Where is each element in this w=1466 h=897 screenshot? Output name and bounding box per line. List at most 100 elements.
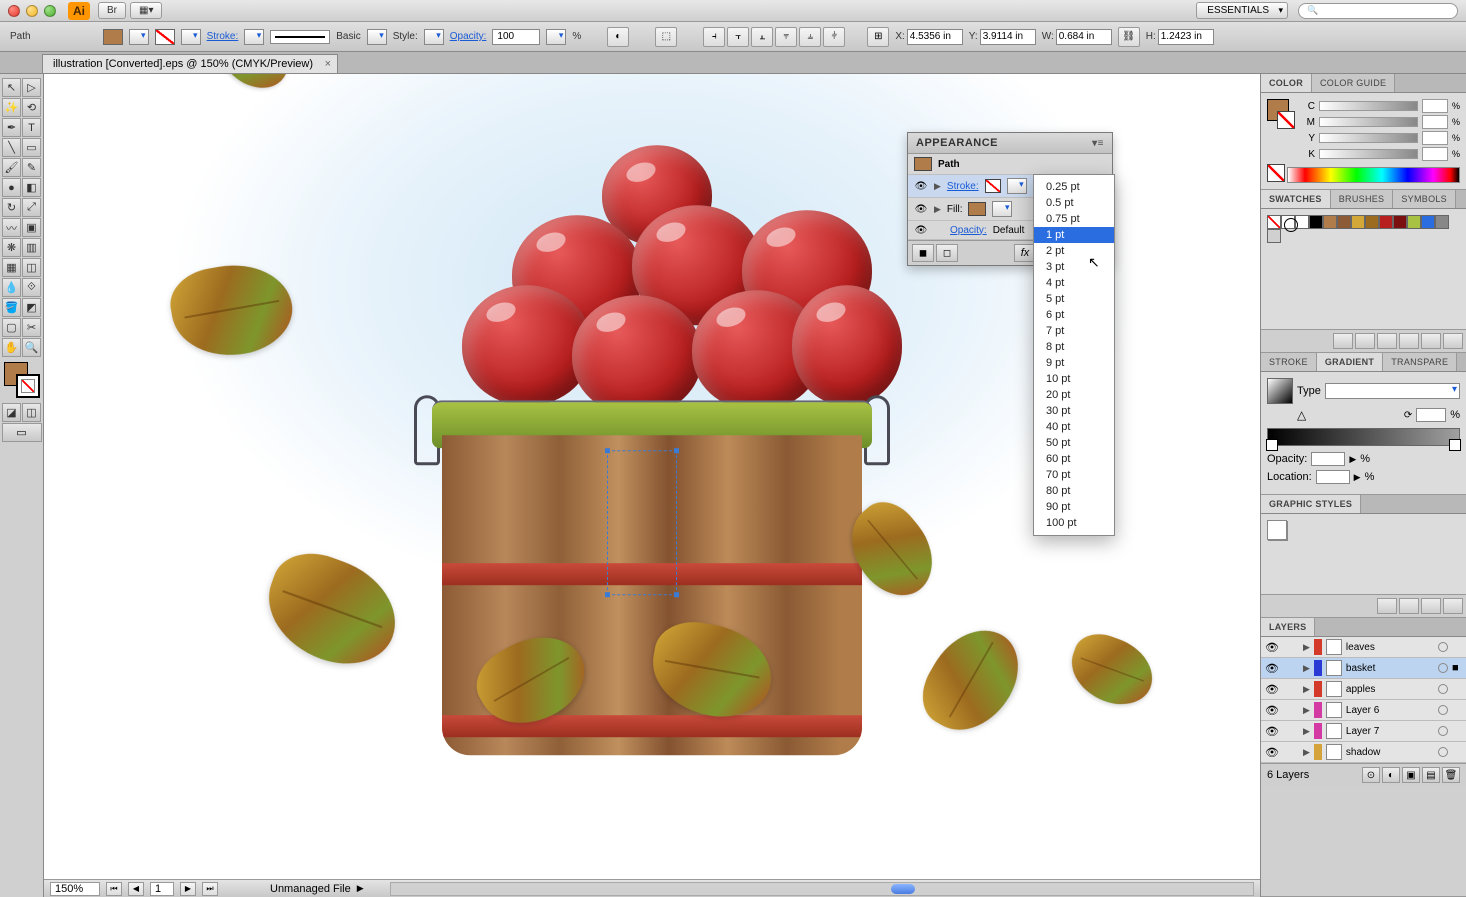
new-layer-icon[interactable]: ▤ [1422, 767, 1440, 783]
mesh-tool-icon[interactable]: ▦ [2, 258, 21, 277]
type-tool-icon[interactable]: T [22, 118, 41, 137]
disclosure-triangle-icon[interactable]: ▶ [1303, 747, 1310, 758]
m-slider[interactable] [1319, 117, 1418, 127]
pencil-tool-icon[interactable]: ✎ [22, 158, 41, 177]
new-stroke-icon[interactable]: ◼ [912, 244, 934, 262]
live-paint-selection-tool-icon[interactable]: ◩ [22, 298, 41, 317]
tab-layers[interactable]: LAYERS [1261, 618, 1315, 636]
warp-tool-icon[interactable]: 〰 [2, 218, 21, 237]
opacity-input[interactable] [492, 29, 540, 45]
paintbrush-tool-icon[interactable]: 🖌 [2, 158, 21, 177]
swatch-item[interactable] [1351, 215, 1365, 229]
fill-color-swatch[interactable] [968, 202, 986, 216]
disclosure-triangle-icon[interactable]: ▶ [934, 181, 941, 192]
tab-swatches[interactable]: SWATCHES [1261, 190, 1331, 208]
stroke-attr-link[interactable]: Stroke: [947, 181, 979, 192]
break-link-icon[interactable] [1399, 598, 1419, 614]
blend-tool-icon[interactable]: ⟐ [22, 278, 41, 297]
minimize-window-button[interactable] [26, 5, 38, 17]
stroke-weight-option[interactable]: 1 pt [1034, 227, 1114, 243]
delete-style-icon[interactable] [1443, 598, 1463, 614]
search-input[interactable] [1298, 3, 1458, 19]
align-middle-icon[interactable]: ⫨ [799, 27, 821, 47]
zoom-window-button[interactable] [44, 5, 56, 17]
y-value-input[interactable] [1422, 131, 1448, 145]
k-slider[interactable] [1319, 149, 1418, 159]
tab-brushes[interactable]: BRUSHES [1331, 190, 1394, 208]
new-style-icon[interactable] [1421, 598, 1441, 614]
first-artboard-icon[interactable]: ⏮ [106, 882, 122, 896]
layer-visibility-icon[interactable]: 👁 [1265, 704, 1281, 717]
layer-row[interactable]: 👁 ▶ shadow [1261, 742, 1466, 763]
disclosure-triangle-icon[interactable]: ▶ [934, 204, 941, 215]
document-tab[interactable]: illustration [Converted].eps @ 150% (CMY… [42, 54, 338, 73]
fill-attr-label[interactable]: Fill: [947, 204, 963, 215]
opacity-dropdown[interactable] [546, 29, 566, 45]
horizontal-scrollbar[interactable] [390, 882, 1254, 896]
disclosure-triangle-icon[interactable]: ▶ [1303, 684, 1310, 695]
x-input[interactable] [907, 29, 963, 45]
w-input[interactable] [1056, 29, 1112, 45]
stroke-weight-option[interactable]: 6 pt [1034, 307, 1114, 323]
style-dropdown[interactable] [424, 29, 444, 45]
align-center-h-icon[interactable]: ⫟ [727, 27, 749, 47]
swatch-item[interactable] [1365, 215, 1379, 229]
layer-name-label[interactable]: shadow [1346, 747, 1434, 758]
recolor-artwork-icon[interactable]: ◐ [607, 27, 629, 47]
line-tool-icon[interactable]: ╲ [2, 138, 21, 157]
arrange-documents-button[interactable]: ▦▾ [130, 2, 162, 19]
stroke-weight-option[interactable]: 90 pt [1034, 499, 1114, 515]
disclosure-triangle-icon[interactable]: ▶ [1303, 642, 1310, 653]
fill-dropdown[interactable] [129, 29, 149, 45]
none-color-icon[interactable] [1267, 164, 1285, 182]
opacity-attr-link[interactable]: Opacity: [950, 225, 987, 236]
disclosure-triangle-icon[interactable]: ▶ [1303, 726, 1310, 737]
scale-tool-icon[interactable]: ⤢ [22, 198, 41, 217]
align-bottom-icon[interactable]: ⫩ [823, 27, 845, 47]
stroke-weight-menu[interactable]: 0.25 pt0.5 pt0.75 pt1 pt2 pt3 pt4 pt5 pt… [1033, 174, 1115, 536]
artboard-tool-icon[interactable]: ▢ [2, 318, 21, 337]
tab-transparency[interactable]: TRANSPARE [1383, 353, 1457, 371]
stroke-weight-option[interactable]: 20 pt [1034, 387, 1114, 403]
swatch-item[interactable] [1379, 215, 1393, 229]
gradient-ramp[interactable] [1267, 428, 1460, 446]
blob-brush-tool-icon[interactable]: ● [2, 178, 21, 197]
swatch-item[interactable] [1337, 215, 1351, 229]
new-fill-icon[interactable]: ◻ [936, 244, 958, 262]
new-sublayer-icon[interactable]: ▣ [1402, 767, 1420, 783]
transform-reference-icon[interactable]: ⊞ [867, 27, 889, 47]
layer-row[interactable]: 👁 ▶ Layer 6 [1261, 700, 1466, 721]
stroke-weight-option[interactable]: 30 pt [1034, 403, 1114, 419]
swatch-item[interactable] [1267, 229, 1281, 243]
gradient-mode-icon[interactable]: ◫ [22, 403, 41, 422]
stroke-link[interactable]: Stroke: [207, 31, 239, 42]
stroke-weight-option[interactable]: 10 pt [1034, 371, 1114, 387]
layer-target-icon[interactable] [1438, 642, 1448, 652]
stroke-weight-option[interactable]: 7 pt [1034, 323, 1114, 339]
selection-tool-icon[interactable]: ↖ [2, 78, 21, 97]
layer-target-icon[interactable] [1438, 684, 1448, 694]
stroke-weight-option[interactable]: 80 pt [1034, 483, 1114, 499]
layer-target-icon[interactable] [1438, 747, 1448, 757]
gradient-stop-location-input[interactable] [1316, 470, 1350, 484]
disclosure-triangle-icon[interactable]: ▶ [1303, 663, 1310, 674]
stroke-weight-option[interactable]: 0.25 pt [1034, 179, 1114, 195]
tab-gradient[interactable]: GRADIENT [1317, 353, 1383, 371]
gradient-stop-opacity-input[interactable] [1311, 452, 1345, 466]
layer-name-label[interactable]: Layer 6 [1346, 705, 1434, 716]
stroke-color-dropdown[interactable] [1007, 178, 1027, 194]
layer-visibility-icon[interactable]: 👁 [1265, 683, 1281, 696]
stroke-weight-option[interactable]: 50 pt [1034, 435, 1114, 451]
layer-visibility-icon[interactable]: 👁 [1265, 746, 1281, 759]
direct-selection-tool-icon[interactable]: ▷ [22, 78, 41, 97]
disclosure-triangle-icon[interactable]: ▶ [1303, 705, 1310, 716]
layer-row[interactable]: 👁▶apples [1261, 679, 1466, 700]
symbol-sprayer-tool-icon[interactable]: ❋ [2, 238, 21, 257]
eyedropper-tool-icon[interactable]: 💧 [2, 278, 21, 297]
stroke-weight-stepper[interactable] [244, 29, 264, 45]
tab-color[interactable]: COLOR [1261, 74, 1312, 92]
visibility-toggle-icon[interactable] [914, 203, 928, 215]
stroke-color-swatch[interactable] [985, 179, 1001, 193]
hand-tool-icon[interactable]: ✋ [2, 338, 21, 357]
tab-graphic-styles[interactable]: GRAPHIC STYLES [1261, 495, 1361, 513]
